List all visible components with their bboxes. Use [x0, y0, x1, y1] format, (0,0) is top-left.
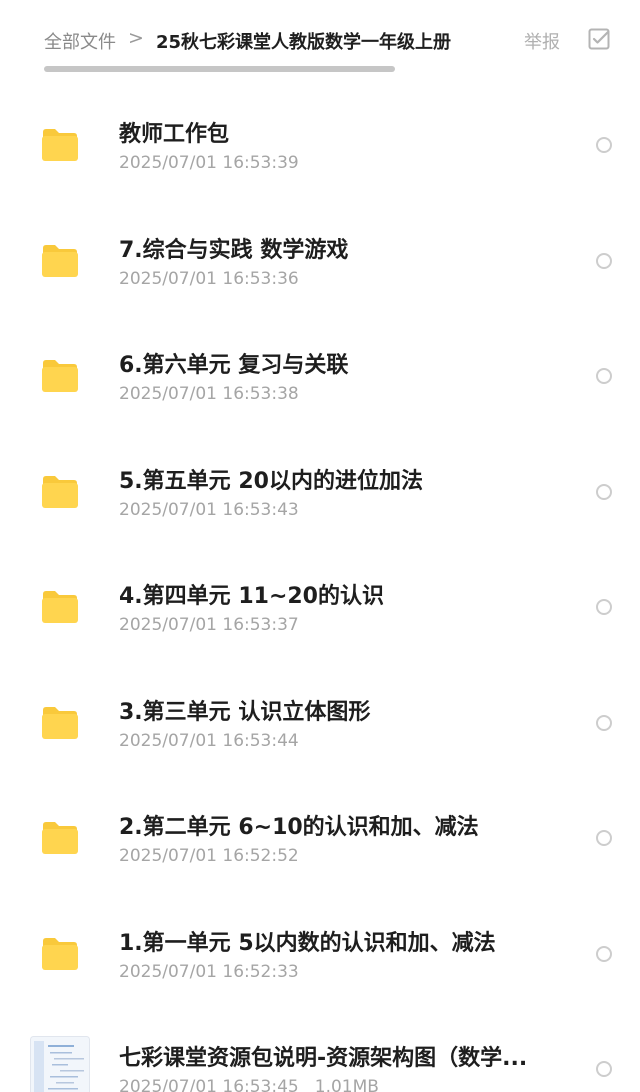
item-name: 1.第一单元 5以内数的认识和加、减法 — [119, 930, 496, 956]
item-meta: 2025/07/01 16:53:43 — [119, 500, 299, 520]
folder-icon — [41, 475, 79, 509]
item-size: 1.01MB — [314, 1077, 379, 1092]
item-meta: 2025/07/01 16:53:45 1.01MB — [119, 1077, 379, 1092]
report-button[interactable]: 举报 — [524, 28, 560, 54]
folder-row[interactable]: 2.第二单元 6~10的认识和加、减法 2025/07/01 16:52:52 — [0, 773, 640, 889]
breadcrumb-current-folder: 25秋七彩课堂人教版数学一年级上册 — [156, 32, 452, 53]
breadcrumb-all-files[interactable]: 全部文件 — [44, 28, 116, 54]
file-list: 教师工作包 2025/07/01 16:53:39 7.综合与实践 数学游戏 202… — [0, 80, 640, 1092]
select-radio[interactable] — [596, 945, 612, 962]
select-radio[interactable] — [596, 483, 612, 500]
breadcrumb-separator: > — [128, 27, 144, 49]
item-name: 7.综合与实践 数学游戏 — [119, 237, 349, 263]
item-date: 2025/07/01 16:52:33 — [119, 961, 299, 982]
select-radio[interactable] — [596, 714, 612, 731]
item-meta: 2025/07/01 16:52:52 — [119, 846, 299, 866]
folder-icon — [41, 937, 79, 971]
item-name: 4.第四单元 11~20的认识 — [119, 584, 384, 609]
file-row[interactable]: 七彩课堂资源包说明-资源架构图（数学... 2025/07/01 16:53:45… — [0, 1004, 640, 1092]
select-radio[interactable] — [596, 252, 612, 269]
item-date: 2025/07/01 16:53:43 — [119, 499, 299, 520]
folder-row[interactable]: 5.第五单元 20以内的进位加法 2025/07/01 16:53:43 — [0, 427, 640, 543]
item-name: 6.第六单元 复习与关联 — [119, 353, 349, 378]
checkbox-icon[interactable] — [588, 28, 610, 50]
item-meta: 2025/07/01 16:53:38 — [119, 384, 299, 404]
folder-row[interactable]: 6.第六单元 复习与关联 2025/07/01 16:53:38 — [0, 311, 640, 427]
folder-row[interactable]: 3.第三单元 认识立体图形 2025/07/01 16:53:44 — [0, 658, 640, 774]
item-date: 2025/07/01 16:53:38 — [119, 384, 299, 404]
item-date: 2025/07/01 16:53:37 — [119, 615, 299, 635]
folder-icon — [41, 128, 79, 162]
item-date: 2025/07/01 16:52:52 — [119, 846, 299, 866]
item-name: 2.第二单元 6~10的认识和加、减法 — [119, 815, 479, 840]
folder-icon — [41, 821, 79, 855]
item-meta: 2025/07/01 16:53:37 — [119, 615, 299, 635]
item-name: 3.第三单元 认识立体图形 — [119, 699, 371, 725]
item-date: 2025/07/01 16:53:44 — [119, 730, 299, 751]
select-radio[interactable] — [596, 137, 612, 153]
folder-icon — [41, 244, 79, 278]
item-name: 5.第五单元 20以内的进位加法 — [119, 468, 423, 494]
item-date: 2025/07/01 16:53:45 — [119, 1077, 299, 1092]
folder-icon — [41, 706, 79, 740]
folder-row[interactable]: 教师工作包 2025/07/01 16:53:39 — [0, 80, 640, 196]
document-thumbnail-icon — [30, 1036, 90, 1092]
folder-row[interactable]: 7.综合与实践 数学游戏 2025/07/01 16:53:36 — [0, 196, 640, 312]
folder-icon — [41, 590, 79, 624]
folder-icon — [41, 359, 79, 393]
item-date: 2025/07/01 16:53:39 — [119, 153, 299, 173]
item-date: 2025/07/01 16:53:36 — [119, 268, 299, 289]
folder-row[interactable]: 1.第一单元 5以内数的认识和加、减法 2025/07/01 16:52:33 — [0, 889, 640, 1005]
select-radio[interactable] — [596, 368, 612, 384]
folder-row[interactable]: 4.第四单元 11~20的认识 2025/07/01 16:53:37 — [0, 542, 640, 658]
select-radio[interactable] — [596, 599, 612, 615]
item-name: 教师工作包 — [119, 122, 230, 147]
item-meta: 2025/07/01 16:52:33 — [119, 962, 299, 982]
item-name: 七彩课堂资源包说明-资源架构图（数学... — [119, 1046, 528, 1071]
select-radio[interactable] — [596, 1061, 612, 1077]
item-meta: 2025/07/01 16:53:44 — [119, 731, 299, 751]
select-radio[interactable] — [596, 830, 612, 846]
item-meta: 2025/07/01 16:53:39 — [119, 153, 299, 173]
top-bar: 全部文件 > 25秋七彩课堂人教版数学一年级上册 举报 — [0, 0, 640, 80]
item-meta: 2025/07/01 16:53:36 — [119, 269, 299, 289]
breadcrumb-scrollbar[interactable] — [44, 66, 395, 72]
